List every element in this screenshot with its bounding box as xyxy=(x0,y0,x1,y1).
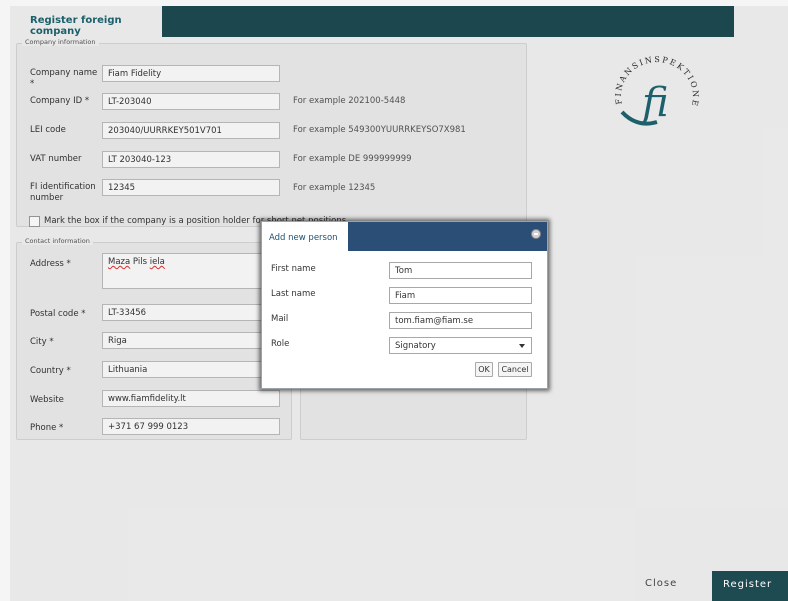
role-select[interactable]: Signatory xyxy=(389,337,532,354)
dialog-title: Add new person xyxy=(262,222,348,251)
last-name-input[interactable]: Fiam xyxy=(389,287,532,304)
ok-button[interactable]: OK xyxy=(475,362,493,377)
mail-input[interactable]: tom.fiam@fiam.se xyxy=(389,312,532,329)
first-name-input[interactable]: Tom xyxy=(389,262,532,279)
register-button[interactable]: Register xyxy=(712,571,788,601)
close-button[interactable]: Close xyxy=(645,578,677,589)
first-name-label: First name xyxy=(271,264,316,274)
mail-label: Mail xyxy=(271,314,289,324)
cancel-button[interactable]: Cancel xyxy=(498,362,532,377)
chevron-down-icon xyxy=(519,344,525,348)
add-person-dialog: Add new person First name Tom Last name … xyxy=(261,221,548,389)
role-select-value: Signatory xyxy=(395,341,436,351)
last-name-label: Last name xyxy=(271,289,316,299)
close-icon[interactable] xyxy=(531,229,541,239)
role-label: Role xyxy=(271,339,290,349)
